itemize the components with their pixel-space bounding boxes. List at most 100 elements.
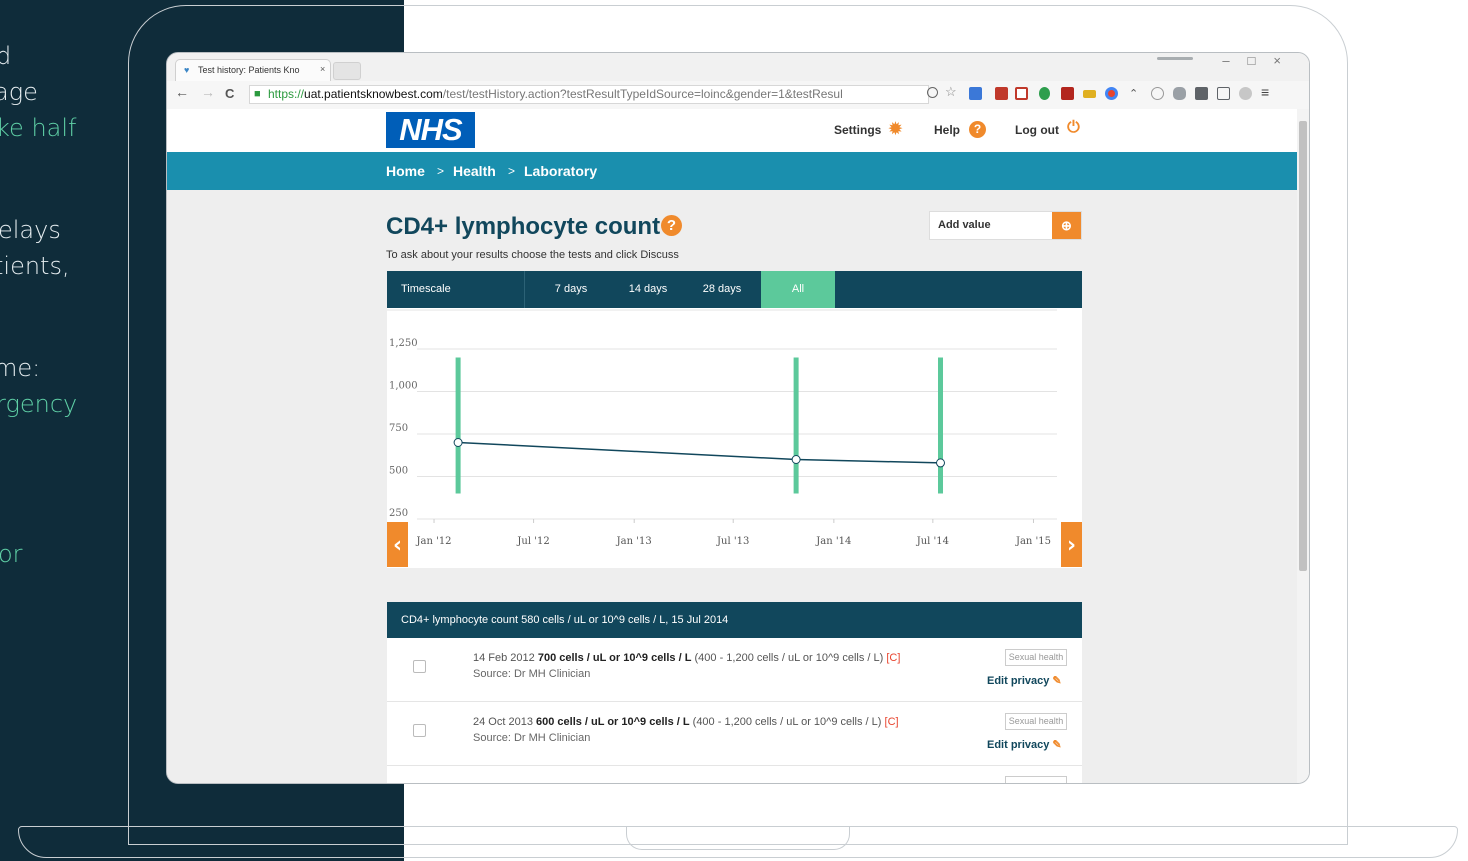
y-tick-label: 500 [389, 466, 408, 477]
x-tick-label: Jan '13 [616, 536, 652, 547]
backdrop-text: age [0, 78, 38, 106]
browser-tab[interactable]: ♥ Test history: Patients Kno × [175, 59, 331, 81]
window-controls[interactable]: –□× [1222, 53, 1299, 68]
breadcrumb-home[interactable]: Home [386, 163, 425, 179]
breadcrumb-health[interactable]: Health [453, 163, 496, 179]
result-line: 24 Oct 2013 600 cells / uL or 10^9 cells… [473, 716, 899, 728]
new-tab-button[interactable] [333, 62, 361, 80]
web-page: NHS Settings ✹ Help ? Log out ⏻ Home > H… [167, 109, 1297, 783]
backdrop-text: tients, [0, 252, 70, 280]
arrow-icon[interactable]: ⌃ [1129, 87, 1142, 100]
timescale-14-days[interactable]: 14 days [613, 271, 683, 308]
latest-result-summary: CD4+ lymphocyte count 580 cells / uL or … [387, 602, 1082, 638]
data-point[interactable] [453, 438, 463, 447]
translate-icon[interactable] [969, 87, 982, 100]
timescale-28-days[interactable]: 28 days [683, 271, 761, 308]
select-result-checkbox[interactable] [413, 724, 426, 737]
timescale-all[interactable]: All [761, 271, 835, 308]
help-icon[interactable]: ? [969, 121, 986, 138]
backdrop-text: d [0, 42, 12, 70]
series-line [458, 441, 941, 464]
result-row: 14 Feb 2012 700 cells / uL or 10^9 cells… [387, 638, 1082, 702]
timescale-label: Timescale [387, 271, 525, 308]
power-icon[interactable]: ⏻ [1065, 119, 1082, 136]
tab-title: Test history: Patients Kno [198, 65, 300, 75]
site-header: NHS Settings ✹ Help ? Log out ⏻ [167, 109, 1297, 152]
privacy-tag: Sexual health [1005, 649, 1067, 666]
close-tab-icon[interactable]: × [320, 64, 325, 74]
help-link[interactable]: Help [934, 123, 960, 137]
timescale-7-days[interactable]: 7 days [529, 271, 613, 308]
edit-privacy-link[interactable]: Edit privacy ✎ [987, 738, 1062, 751]
add-value-label: Add value [938, 219, 991, 231]
back-button[interactable]: ← [175, 84, 189, 100]
chevron-right-icon[interactable]: › [1067, 533, 1076, 558]
cloud-icon[interactable] [1173, 87, 1186, 100]
privacy-tag: Sexual health [1005, 713, 1067, 730]
pin-icon[interactable] [1039, 87, 1050, 100]
help-icon[interactable]: ? [661, 215, 682, 236]
profile-indicator [1157, 57, 1193, 60]
pdf-icon[interactable] [1061, 87, 1074, 100]
result-flag: [C] [886, 652, 901, 664]
breadcrumb-laboratory[interactable]: Laboratory [524, 163, 597, 179]
lab-results-chart: 1,250 1,000 750 500 250 Jan '12 Jul '12 Jan '13… [387, 309, 1082, 567]
y-tick-label: 1,250 [389, 338, 418, 349]
star-icon[interactable]: ☆ [945, 84, 958, 99]
logout-link[interactable]: Log out [1015, 123, 1059, 137]
backdrop-text: me: [0, 354, 41, 382]
forward-button[interactable]: → [201, 84, 215, 100]
favicon-icon: ♥ [184, 65, 190, 75]
result-date: 24 Oct 2013 [473, 716, 533, 728]
nhs-logo[interactable]: NHS [386, 112, 475, 148]
zoom-icon[interactable] [927, 87, 938, 98]
square-icon[interactable] [1195, 87, 1208, 100]
gear-icon[interactable]: ✹ [887, 121, 904, 138]
page-scrollbar[interactable] [1297, 109, 1309, 783]
add-value-icon[interactable]: ⊕ [1052, 212, 1081, 239]
y-tick-label: 250 [389, 508, 408, 519]
pencil-icon: ✎ [1052, 739, 1062, 751]
result-row [387, 766, 1082, 783]
result-source: Source: Dr MH Clinician [473, 668, 591, 680]
url-field[interactable]: ■ https://uat.patientsknowbest.com/test/… [249, 85, 929, 104]
result-value: 700 cells / uL or 10^9 cells / L [537, 652, 692, 664]
y-tick-label: 1,000 [389, 381, 418, 392]
settings-link[interactable]: Settings [834, 123, 881, 137]
record-icon[interactable] [1151, 87, 1164, 100]
x-tick-label: Jul '13 [716, 536, 749, 547]
bookmark-icon[interactable] [1015, 87, 1028, 100]
breadcrumb: Home > Health > Laboratory [167, 152, 1297, 190]
edit-privacy-link[interactable]: Edit privacy ✎ [987, 674, 1062, 687]
result-source: Source: Dr MH Clinician [473, 732, 591, 744]
result-range: (400 - 1,200 cells / uL or 10^9 cells / … [692, 716, 882, 728]
scrollbar-thumb[interactable] [1299, 121, 1307, 571]
data-point[interactable] [936, 458, 946, 468]
extension-icon[interactable] [1083, 90, 1096, 98]
backdrop-text-accent: or [0, 540, 23, 568]
result-value: 600 cells / uL or 10^9 cells / L [536, 716, 690, 728]
address-bar: ← → C ■ https://uat.patientsknowbest.com… [167, 81, 1309, 110]
x-tick-label: Jan '15 [1015, 536, 1051, 547]
calendar-icon[interactable] [995, 87, 1008, 100]
add-value-button[interactable]: Add value ⊕ [929, 211, 1082, 240]
reload-button[interactable]: C [225, 86, 234, 101]
x-tick-label: Jul '12 [516, 536, 549, 547]
menu-icon[interactable]: ≡ [1261, 84, 1274, 100]
result-range: (400 - 1,200 cells / uL or 10^9 cells / … [694, 652, 884, 664]
chrome-icon[interactable] [1105, 87, 1118, 100]
tab-bar: ♥ Test history: Patients Kno × –□× [167, 53, 1309, 81]
select-result-checkbox[interactable] [413, 660, 426, 673]
settings-icon[interactable] [1239, 87, 1252, 100]
result-date: 14 Feb 2012 [473, 652, 535, 664]
page-subtitle: To ask about your results choose the tes… [386, 249, 679, 261]
chevron-left-icon[interactable]: ‹ [393, 533, 402, 558]
cast-icon[interactable] [1217, 87, 1230, 100]
url-text: https://uat.patientsknowbest.com/test/te… [268, 87, 843, 101]
page-title: CD4+ lymphocyte count [386, 213, 661, 240]
pencil-icon: ✎ [1052, 675, 1062, 687]
extensions-toolbar: ☆ ⌃ ≡ [927, 84, 1307, 104]
x-tick-label: Jan '12 [415, 536, 451, 547]
chevron-right-icon: > [437, 164, 445, 178]
data-point[interactable] [791, 455, 801, 464]
